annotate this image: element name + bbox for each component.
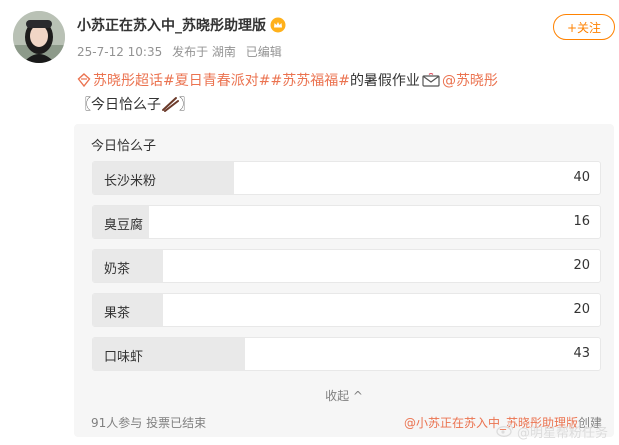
poll-option-count: 20 <box>573 302 590 317</box>
watermark: @明星帮粉任务 <box>496 422 608 441</box>
watermark-text: @明星帮粉任务 <box>517 426 609 441</box>
post-content-line2: 〖今日恰么子 〗 <box>77 94 193 114</box>
poll-option-label: 长沙米粉 <box>104 174 157 189</box>
post-text: 的暑假作业 <box>349 73 420 89</box>
post-content-line1: 苏晓彤超话 #夏日青春派对# #苏苏福福# 的暑假作业 @苏晓彤 <box>77 70 498 90</box>
topic-icon <box>77 73 91 88</box>
post-text-line2: 〖今日恰么子 <box>77 97 161 113</box>
poll-option[interactable]: 口味虾 43 <box>92 337 601 371</box>
collapse-button[interactable]: 收起 ^ <box>74 387 614 404</box>
envelope-icon <box>422 72 440 87</box>
author-name[interactable]: 小苏正在苏入中_苏晓彤助理版 <box>77 15 286 35</box>
post-text-line2-end: 〗 <box>179 97 193 113</box>
poll-option[interactable]: 奶茶 20 <box>92 249 601 283</box>
poll-option[interactable]: 果茶 20 <box>92 293 601 327</box>
topic-link-summer-party[interactable]: #夏日青春派对# <box>163 70 270 90</box>
poll-participants: 91人参与 投票已结束 <box>91 416 207 430</box>
post-meta: 25-7-12 10:35 发布于 湖南 已编辑 <box>77 43 288 60</box>
poll-option-count: 40 <box>573 170 590 185</box>
poll-option-label: 果茶 <box>104 306 131 321</box>
chopsticks-icon <box>161 96 179 112</box>
poll-card: 今日恰么子 长沙米粉 40 臭豆腐 16 奶茶 20 果茶 20 口味虾 43 … <box>74 124 614 437</box>
poll-option-count: 16 <box>573 214 590 229</box>
post-source: 发布于 湖南 <box>172 45 236 59</box>
topic-link-susu-fufu[interactable]: #苏苏福福# <box>270 70 349 90</box>
poll-option[interactable]: 长沙米粉 40 <box>92 161 601 195</box>
poll-option-label: 奶茶 <box>104 262 131 277</box>
poll-option-count: 43 <box>573 346 590 361</box>
post-edited[interactable]: 已编辑 <box>246 45 282 59</box>
follow-button[interactable]: +关注 <box>553 14 615 40</box>
crown-icon <box>270 17 286 33</box>
poll-option-count: 20 <box>573 258 590 273</box>
topic-link-supertopic[interactable]: 苏晓彤超话 <box>93 70 163 90</box>
author-name-text[interactable]: 小苏正在苏入中_苏晓彤助理版 <box>77 15 266 35</box>
post-date[interactable]: 25-7-12 10:35 <box>77 45 162 59</box>
poll-option[interactable]: 臭豆腐 16 <box>92 205 601 239</box>
avatar[interactable] <box>13 11 65 63</box>
poll-option-label: 臭豆腐 <box>104 218 144 233</box>
poll-option-label: 口味虾 <box>104 350 144 365</box>
poll-title: 今日恰么子 <box>91 139 157 154</box>
weibo-icon <box>496 423 514 441</box>
mention-link[interactable]: @苏晓彤 <box>442 70 498 90</box>
